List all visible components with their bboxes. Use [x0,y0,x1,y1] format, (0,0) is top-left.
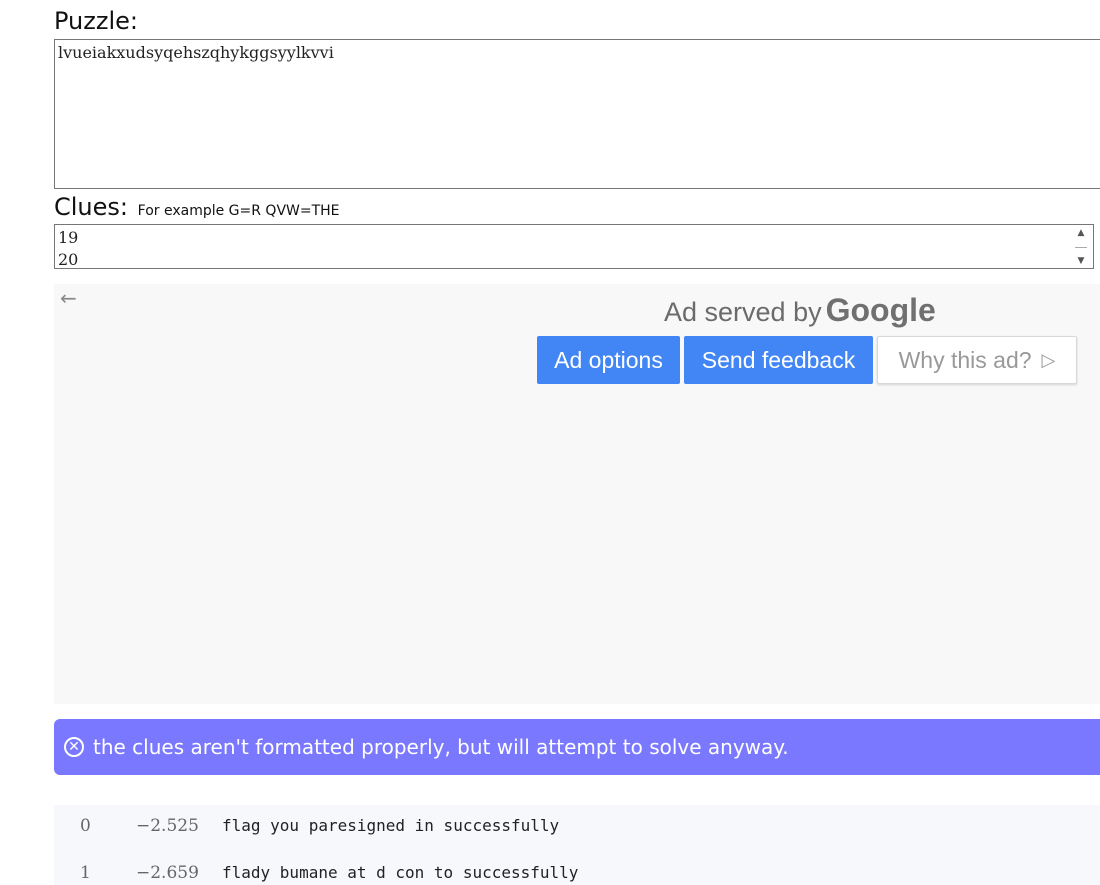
result-text: flag you paresigned in successfully [222,816,560,835]
result-text: flady bumane at d con to successfully [222,863,579,882]
clues-scroll-spinner[interactable]: ▲ ▼ [1072,228,1090,266]
format-warning-alert: ✕ the clues aren't formatted properly, b… [54,719,1100,775]
why-this-ad-button[interactable]: Why this ad? ▷ [877,336,1077,384]
alert-message: the clues aren't formatted properly, but… [93,735,789,759]
send-feedback-button[interactable]: Send feedback [684,336,873,384]
spinner-divider [1075,246,1087,248]
back-arrow-icon[interactable]: ← [60,286,77,310]
result-index: 1 [80,863,91,883]
result-row: 0 −2.525 flag you paresigned in successf… [54,815,1100,837]
clues-label: Clues: [54,193,128,221]
adchoices-play-icon: ▷ [1041,349,1056,370]
result-row: 1 −2.659 flady bumane at d con to succes… [54,862,1100,884]
result-score: −2.659 [136,863,199,883]
ad-served-text: Ad served by [664,297,822,327]
ad-frame: ← Ad served by Google Ad options Send fee… [54,284,1100,704]
ad-served-by: Ad served by Google [664,292,936,329]
result-index: 0 [80,816,91,836]
result-score: −2.525 [136,816,199,836]
circle-x-icon[interactable]: ✕ [64,737,84,757]
ad-options-button[interactable]: Ad options [537,336,680,384]
why-this-ad-label: Why this ad? [898,346,1032,373]
puzzle-textarea[interactable]: lvueiakxudsyqehszqhykggsyylkvvi [54,39,1100,189]
clues-hint: For example G=R QVW=THE [137,203,340,219]
results-list: 0 −2.525 flag you paresigned in successf… [54,805,1100,885]
clues-textarea[interactable]: 19 20 [54,224,1094,269]
puzzle-label: Puzzle: [54,7,138,35]
clues-label-row: Clues: For example G=R QVW=THE [54,193,340,225]
scroll-up-icon[interactable]: ▲ [1078,228,1085,238]
google-logo: Google [825,292,936,328]
scroll-down-icon[interactable]: ▼ [1078,256,1085,266]
